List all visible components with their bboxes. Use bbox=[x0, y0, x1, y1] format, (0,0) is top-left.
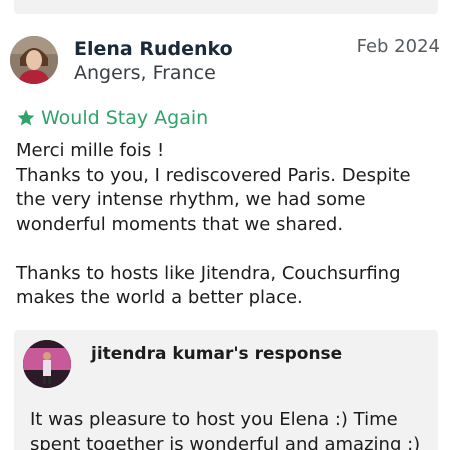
review-text: Merci mille fois ! Thanks to you, I redi… bbox=[16, 140, 411, 308]
reviewer-photo bbox=[10, 36, 58, 84]
response-title: jitendra kumar's response bbox=[91, 344, 343, 364]
host-response: jitendra kumar's response It was pleasur… bbox=[14, 330, 438, 450]
host-photo bbox=[23, 340, 71, 388]
badge-label: Would Stay Again bbox=[41, 107, 209, 129]
response-text: It was pleasure to host you Elena :) Tim… bbox=[30, 409, 421, 450]
would-stay-again-badge: Would Stay Again bbox=[16, 107, 208, 129]
review-date: Feb 2024 bbox=[356, 36, 440, 57]
reviewer-name[interactable]: Elena Rudenko bbox=[74, 38, 233, 60]
star-icon bbox=[17, 109, 35, 126]
reviewer-avatar[interactable] bbox=[10, 36, 58, 84]
reviewer-location: Angers, France bbox=[74, 62, 216, 84]
host-avatar[interactable] bbox=[23, 340, 71, 388]
previous-review-card-edge bbox=[14, 0, 438, 14]
